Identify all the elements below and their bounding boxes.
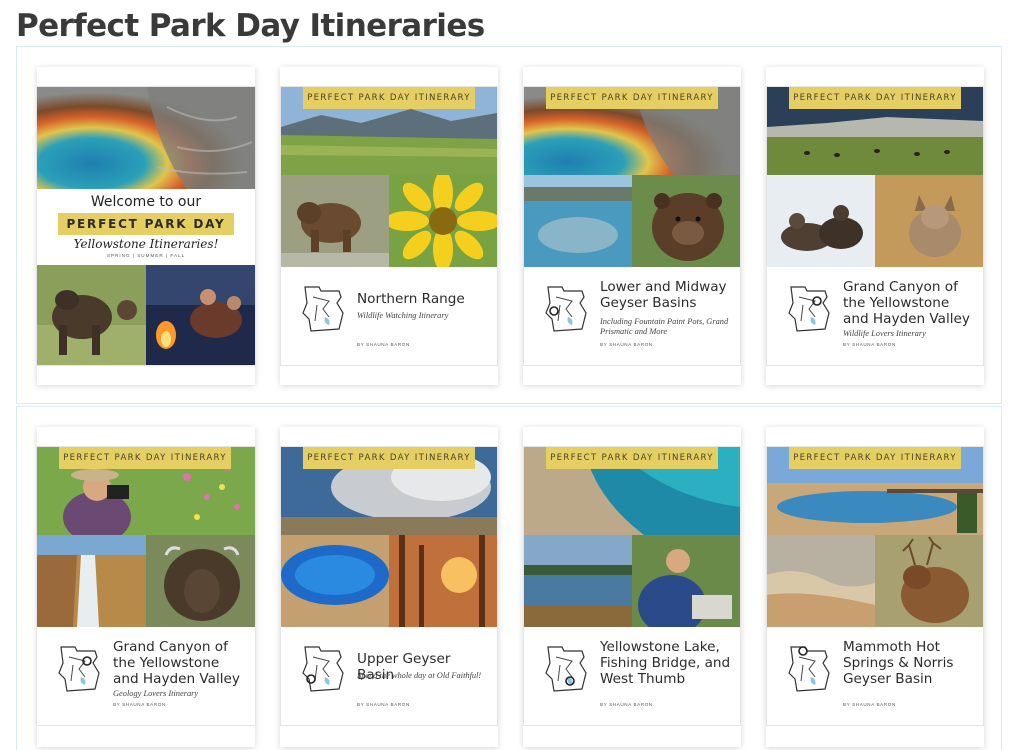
- paint-pots-photo: [524, 175, 632, 267]
- card-subtitle: Including Fountain Paint Pots, Grand Pri…: [600, 317, 729, 336]
- itinerary-row-2: PERFECT PARK DAY ITINERARY Grand Canyon …: [16, 406, 1002, 750]
- grizzly-bears-photo: [37, 265, 146, 365]
- card-cover[interactable]: PERFECT PARK DAY ITINERARY Yellowstone L…: [524, 447, 740, 725]
- itinerary-card-northern-range[interactable]: PERFECT PARK DAY ITINERARY Northern Rang…: [280, 67, 498, 385]
- card-cover[interactable]: PERFECT PARK DAY ITINERARY Mammoth Hot S…: [767, 447, 983, 725]
- mammoth-terraces-photo: [767, 535, 875, 627]
- card-title: Northern Range: [357, 291, 465, 307]
- card-cover[interactable]: Welcome to our PERFECT PARK DAY Yellowst…: [37, 87, 255, 365]
- itinerary-card-upper-geyser-basin[interactable]: PERFECT PARK DAY ITINERARY Upper Geyser …: [280, 427, 498, 747]
- coyote-photo: [875, 175, 983, 267]
- card-cover[interactable]: PERFECT PARK DAY ITINERARY Upper Geyser …: [281, 447, 497, 725]
- page-title: Perfect Park Day Itineraries: [16, 8, 485, 44]
- lower-falls-photo: [37, 535, 146, 627]
- card-subtitle: Geology Lovers Itinerary: [113, 689, 199, 698]
- itinerary-banner: PERFECT PARK DAY ITINERARY: [303, 447, 475, 469]
- yellowstone-map-icon: [302, 286, 344, 332]
- sunflower-photo: [389, 175, 497, 267]
- yellowstone-map-icon: [545, 646, 587, 692]
- otters-photo: [767, 175, 875, 267]
- yellowstone-map-icon: [788, 286, 830, 332]
- campfire-photo: [146, 265, 255, 365]
- welcome-highlight: PERFECT PARK DAY: [58, 213, 234, 235]
- itinerary-card-grand-canyon-geology[interactable]: PERFECT PARK DAY ITINERARY Grand Canyon …: [37, 427, 255, 747]
- card-info: Mammoth Hot Springs & Norris Geyser Basi…: [767, 627, 983, 725]
- itinerary-card-lower-midway[interactable]: PERFECT PARK DAY ITINERARY Lower and Mid…: [523, 67, 741, 385]
- itinerary-banner: PERFECT PARK DAY ITINERARY: [59, 447, 231, 469]
- card-byline: BY SHAUNA BARON: [113, 702, 166, 707]
- card-info: Upper Geyser Basin Spend the whole day a…: [281, 627, 497, 725]
- card-info: Grand Canyon of the Yellowstone and Hayd…: [37, 627, 255, 725]
- yellowstone-map-icon: [58, 646, 100, 692]
- card-cover[interactable]: PERFECT PARK DAY ITINERARY Northern Rang…: [281, 87, 497, 365]
- morning-glory-pool-photo: [281, 535, 389, 627]
- fly-tying-photo: [632, 535, 740, 627]
- card-info: Yellowstone Lake, Fishing Bridge, and We…: [524, 627, 740, 725]
- card-subtitle: Spend the whole day at Old Faithful!: [357, 671, 482, 680]
- card-cover[interactable]: PERFECT PARK DAY ITINERARY Grand Canyon …: [767, 87, 983, 365]
- lake-shore-photo: [524, 535, 632, 627]
- card-info: Northern Range Wildlife Watching Itinera…: [281, 267, 497, 365]
- elk-photo: [875, 535, 983, 627]
- card-cover[interactable]: PERFECT PARK DAY ITINERARY Lower and Mid…: [524, 87, 740, 365]
- welcome-text-block: Welcome to our PERFECT PARK DAY Yellowst…: [37, 189, 255, 265]
- welcome-subtitle: Yellowstone Itineraries!: [73, 237, 219, 251]
- grizzly-bear-photo: [632, 175, 740, 267]
- grand-prismatic-photo: [37, 87, 255, 189]
- itinerary-card-yellowstone-lake[interactable]: PERFECT PARK DAY ITINERARY Yellowstone L…: [523, 427, 741, 747]
- card-byline: BY SHAUNA BARON: [357, 702, 410, 707]
- itinerary-card-mammoth-norris[interactable]: PERFECT PARK DAY ITINERARY Mammoth Hot S…: [766, 427, 984, 747]
- card-byline: BY SHAUNA BARON: [600, 702, 653, 707]
- itinerary-banner: PERFECT PARK DAY ITINERARY: [546, 87, 718, 109]
- card-cover[interactable]: PERFECT PARK DAY ITINERARY Grand Canyon …: [37, 447, 255, 725]
- card-byline: BY SHAUNA BARON: [600, 342, 653, 347]
- card-info: Grand Canyon of the Yellowstone and Hayd…: [767, 267, 983, 365]
- itinerary-banner: PERFECT PARK DAY ITINERARY: [303, 87, 475, 109]
- itinerary-card-welcome[interactable]: Welcome to our PERFECT PARK DAY Yellowst…: [37, 67, 255, 385]
- itinerary-card-grand-canyon-wildlife[interactable]: PERFECT PARK DAY ITINERARY Grand Canyon …: [766, 67, 984, 385]
- bear-cub-photo: [281, 175, 389, 267]
- card-title: Grand Canyon of the Yellowstone and Hayd…: [113, 639, 240, 687]
- bison-photo: [146, 535, 255, 627]
- card-subtitle: Wildlife Lovers Itinerary: [843, 329, 926, 338]
- card-subtitle: Wildlife Watching Itinerary: [357, 311, 449, 320]
- card-info: Lower and Midway Geyser Basins Including…: [524, 267, 740, 365]
- card-title: Mammoth Hot Springs & Norris Geyser Basi…: [843, 639, 954, 687]
- itinerary-banner: PERFECT PARK DAY ITINERARY: [546, 447, 718, 469]
- card-title: Grand Canyon of the Yellowstone and Hayd…: [843, 279, 970, 327]
- itinerary-banner: PERFECT PARK DAY ITINERARY: [789, 87, 961, 109]
- card-title: Lower and Midway Geyser Basins: [600, 279, 727, 311]
- yellowstone-map-icon: [302, 646, 344, 692]
- sunset-forest-photo: [389, 535, 497, 627]
- welcome-line: Welcome to our: [90, 194, 202, 210]
- welcome-seasons: SPRING | SUMMER | FALL: [106, 253, 186, 258]
- itinerary-row-1: Welcome to our PERFECT PARK DAY Yellowst…: [16, 46, 1002, 404]
- yellowstone-map-icon: [788, 646, 830, 692]
- card-byline: BY SHAUNA BARON: [843, 342, 896, 347]
- itinerary-banner: PERFECT PARK DAY ITINERARY: [789, 447, 961, 469]
- yellowstone-map-icon: [545, 286, 587, 332]
- card-title: Yellowstone Lake, Fishing Bridge, and We…: [600, 639, 731, 687]
- card-byline: BY SHAUNA BARON: [843, 702, 896, 707]
- card-byline: BY SHAUNA BARON: [357, 342, 410, 347]
